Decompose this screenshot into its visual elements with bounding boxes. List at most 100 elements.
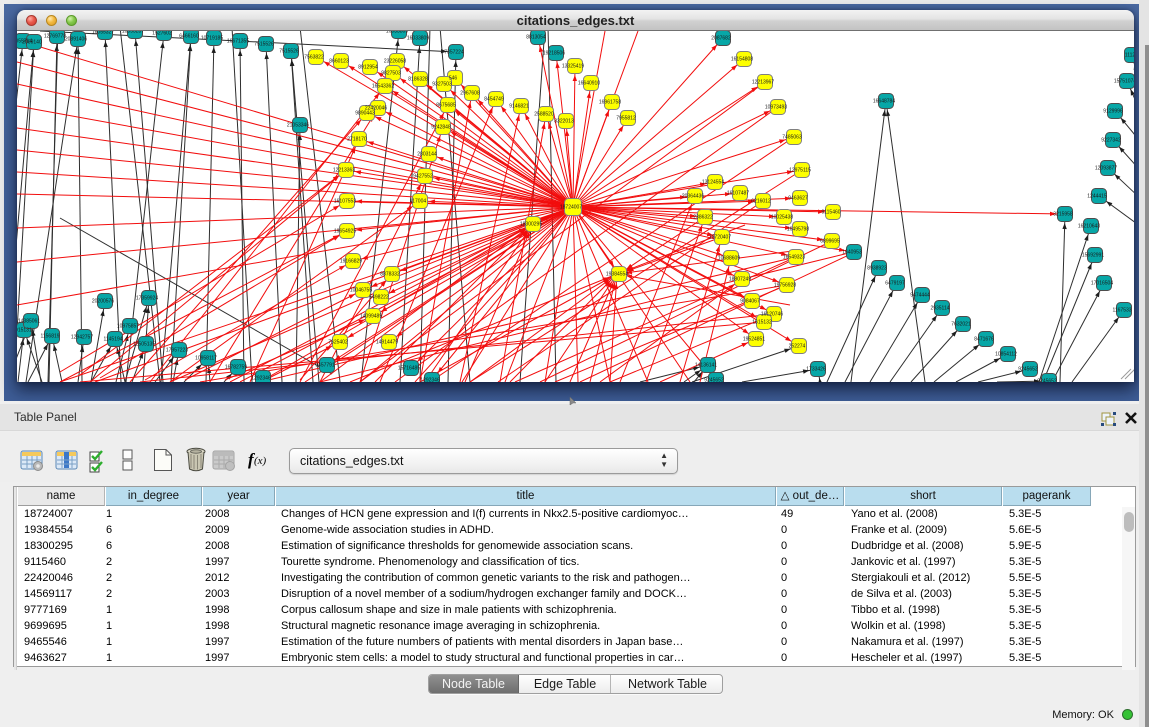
svg-text:7485063: 7485063 <box>782 135 802 141</box>
svg-text:10025438: 10025438 <box>771 215 793 221</box>
svg-text:16648784: 16648784 <box>873 99 895 105</box>
svg-text:16210643: 16210643 <box>1078 224 1100 230</box>
svg-text:9827503: 9827503 <box>381 71 401 77</box>
svg-text:16961758: 16961758 <box>599 100 621 106</box>
svg-text:5498222: 5498222 <box>369 295 389 301</box>
svg-text:1527602: 1527602 <box>152 31 172 37</box>
svg-text:14136141: 14136141 <box>695 363 717 369</box>
svg-text:16033809: 16033809 <box>386 31 408 35</box>
svg-text:6466160: 6466160 <box>179 34 199 40</box>
svg-text:9245652: 9245652 <box>1018 367 1038 373</box>
svg-text:16154808: 16154808 <box>731 57 753 63</box>
svg-text:3915131: 3915131 <box>17 328 32 334</box>
svg-text:2803144: 2803144 <box>417 152 437 158</box>
svg-text:1640953: 1640953 <box>842 250 862 256</box>
svg-text:10973493: 10973493 <box>765 105 787 111</box>
svg-text:16543362: 16543362 <box>372 84 394 90</box>
svg-text:20200576: 20200576 <box>92 299 114 305</box>
svg-text:17016504: 17016504 <box>1091 281 1113 287</box>
svg-text:13124554: 13124554 <box>702 180 724 186</box>
svg-text:12093877: 12093877 <box>1095 166 1117 172</box>
svg-text:20364436: 20364436 <box>682 194 704 200</box>
svg-text:2386322: 2386322 <box>693 215 713 221</box>
svg-text:14099489: 14099489 <box>360 314 382 320</box>
svg-text:7955812: 7955812 <box>616 116 636 122</box>
svg-text:10854112: 10854112 <box>995 352 1017 358</box>
svg-text:16782759: 16782759 <box>225 365 247 371</box>
svg-text:9084067: 9084067 <box>740 299 760 305</box>
svg-text:10553287: 10553287 <box>122 31 144 35</box>
svg-text:16107487: 16107487 <box>727 191 749 197</box>
svg-text:16640910: 16640910 <box>578 81 600 87</box>
svg-text:7563822: 7563822 <box>304 55 324 61</box>
svg-text:9890443: 9890443 <box>355 111 375 117</box>
svg-text:9427552: 9427552 <box>413 174 433 180</box>
svg-text:7632021: 7632021 <box>951 322 971 328</box>
svg-text:16120746: 16120746 <box>761 312 783 318</box>
svg-text:8471676: 8471676 <box>974 337 994 343</box>
svg-text:117004: 117004 <box>410 199 427 205</box>
svg-text:2967608: 2967608 <box>460 91 480 97</box>
svg-text:9129996: 9129996 <box>1103 109 1123 115</box>
svg-text:17957223: 17957223 <box>166 348 188 354</box>
svg-text:16107553: 16107553 <box>334 199 356 205</box>
svg-text:8675685: 8675685 <box>436 103 456 109</box>
svg-text:10975857: 10975857 <box>117 324 139 330</box>
svg-text:16671355: 16671355 <box>227 39 249 45</box>
svg-text:1733426: 1733426 <box>806 367 826 373</box>
svg-text:13325419: 13325419 <box>562 64 584 70</box>
svg-text:2935114: 2935114 <box>930 306 949 312</box>
svg-text:9457791: 9457791 <box>315 363 335 369</box>
svg-text:12942757: 12942757 <box>71 335 93 341</box>
svg-text:1112: 1112 <box>1125 53 1134 59</box>
svg-text:16495798: 16495798 <box>787 227 809 233</box>
svg-text:14385061: 14385061 <box>18 319 40 325</box>
svg-text:2718170: 2718170 <box>347 137 367 143</box>
svg-text:7515526: 7515526 <box>279 49 299 55</box>
svg-text:7515526: 7515526 <box>254 42 274 48</box>
svg-text:9327503: 9327503 <box>432 82 452 88</box>
svg-text:21053346: 21053346 <box>287 123 309 129</box>
svg-text:8660123: 8660123 <box>329 59 349 65</box>
svg-text:6479197: 6479197 <box>885 281 905 287</box>
svg-text:6216012: 6216012 <box>751 199 771 205</box>
svg-text:8322013: 8322013 <box>554 119 574 125</box>
svg-text:16055327: 16055327 <box>92 31 114 36</box>
svg-text:9115460: 9115460 <box>821 210 840 216</box>
svg-text:8878332: 8878332 <box>380 272 400 278</box>
svg-text:8938923: 8938923 <box>867 266 887 272</box>
svg-text:3215958: 3215958 <box>1053 212 1073 218</box>
svg-text:(x): (x) <box>254 455 267 467</box>
svg-text:252274: 252274 <box>789 344 806 350</box>
svg-text:1167533: 1167533 <box>1112 308 1131 314</box>
svg-text:18807249: 18807249 <box>729 277 751 283</box>
svg-text:19524851: 19524851 <box>743 337 765 343</box>
svg-text:10958117: 10958117 <box>195 356 217 362</box>
svg-text:1145194: 1145194 <box>103 337 122 343</box>
svg-text:9245652: 9245652 <box>1037 379 1057 383</box>
svg-text:10688609: 10688609 <box>718 256 740 262</box>
svg-text:18724007: 18724007 <box>560 205 582 211</box>
svg-text:8912954: 8912954 <box>358 65 378 71</box>
svg-text:9463627: 9463627 <box>788 196 808 202</box>
svg-text:10046755: 10046755 <box>350 288 372 294</box>
svg-text:7357224: 7357224 <box>444 50 464 56</box>
svg-text:17359924: 17359924 <box>136 296 158 302</box>
svg-text:8186328: 8186328 <box>408 77 428 83</box>
svg-text:20891406: 20891406 <box>65 37 87 43</box>
svg-text:8454749: 8454749 <box>484 97 504 103</box>
svg-text:1292346: 1292346 <box>251 376 271 382</box>
svg-text:12213363: 12213363 <box>333 168 355 174</box>
svg-text:15692991: 15692991 <box>1082 253 1104 259</box>
svg-text:18300295: 18300295 <box>520 222 542 228</box>
svg-text:15751074: 15751074 <box>1114 79 1134 85</box>
svg-text:9245652: 9245652 <box>704 378 724 383</box>
svg-text:19384554: 19384554 <box>606 272 628 278</box>
svg-text:16033809: 16033809 <box>407 36 429 42</box>
svg-text:14914479: 14914479 <box>376 340 398 346</box>
svg-text:15716485: 15716485 <box>398 366 420 372</box>
svg-text:12505135: 12505135 <box>133 342 155 348</box>
svg-text:9227342: 9227342 <box>1101 138 1121 144</box>
svg-text:1292346: 1292346 <box>420 378 440 383</box>
svg-text:2099140: 2099140 <box>22 40 42 46</box>
